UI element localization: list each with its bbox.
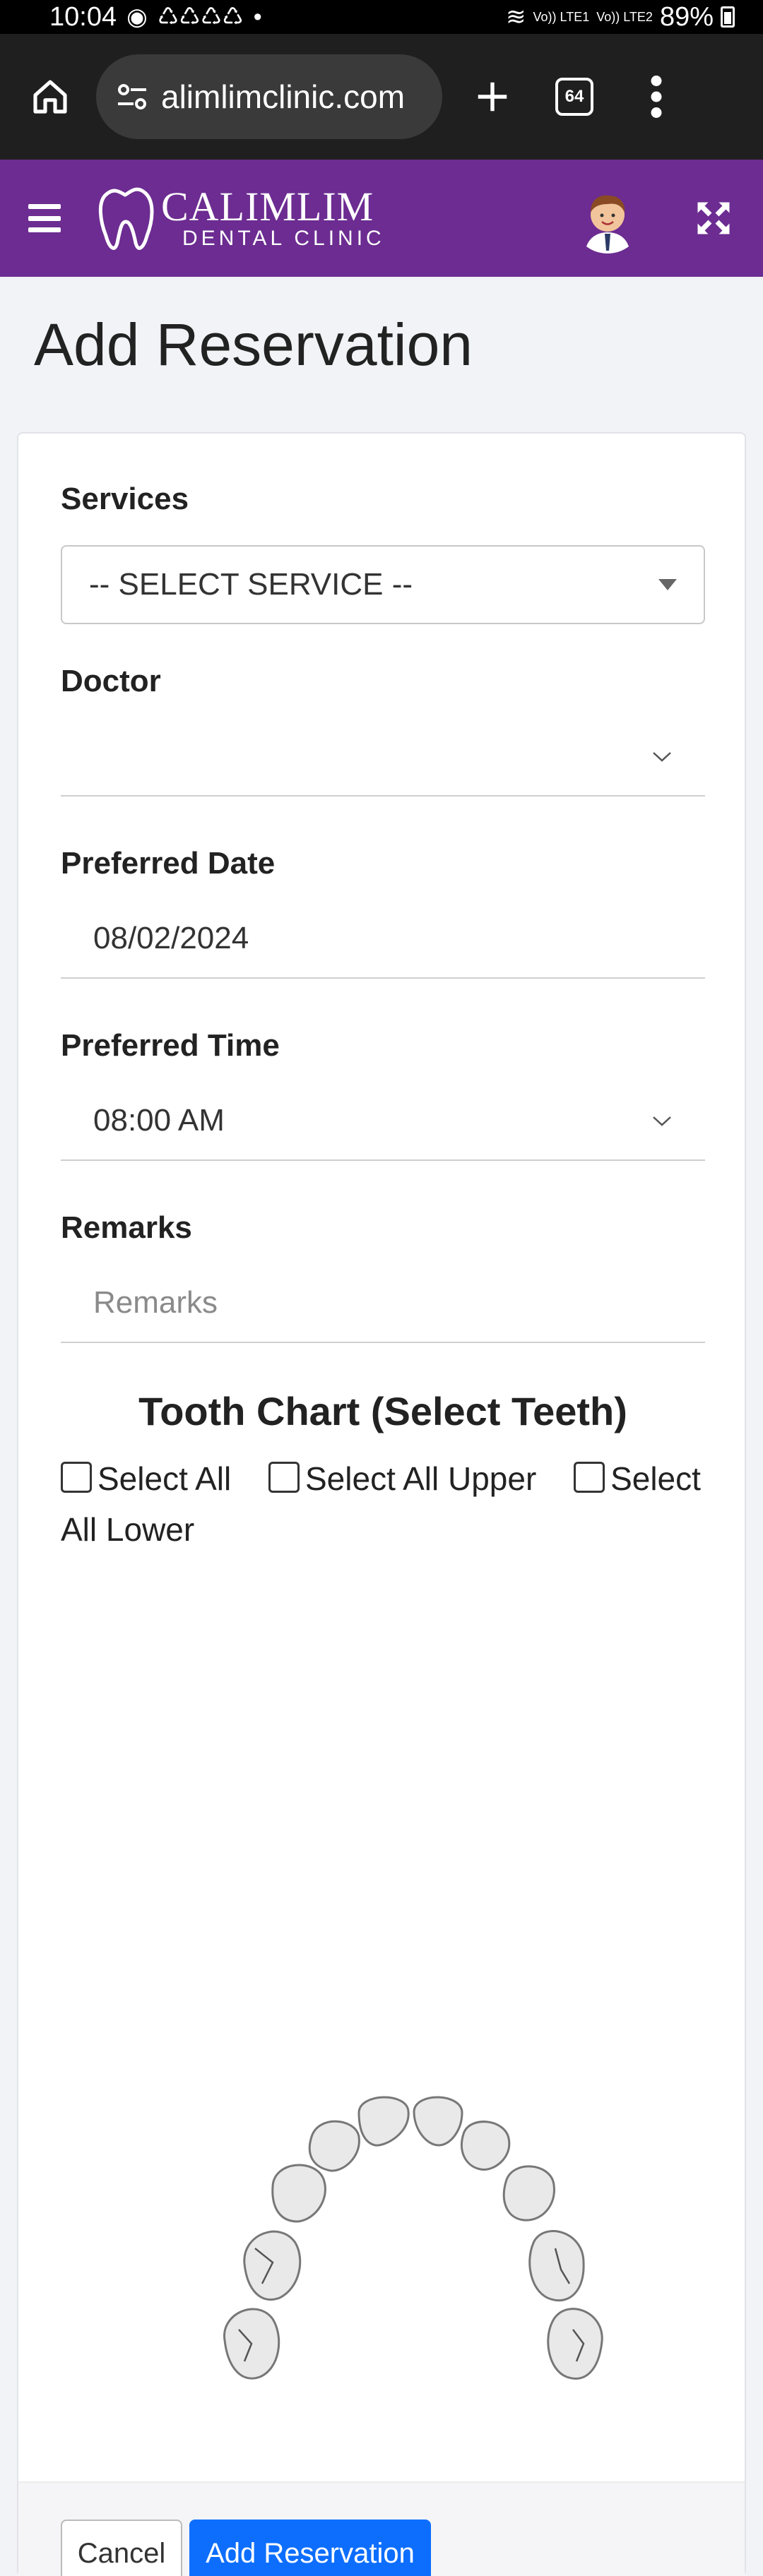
tooth-upper[interactable]: [547, 2308, 603, 2380]
tooth-chart-title: Tooth Chart (Select Teeth): [138, 1389, 627, 1433]
logo-name: CALIMLIM: [161, 184, 374, 229]
hamburger-icon: [28, 204, 61, 209]
page-title: Add Reservation: [34, 311, 473, 378]
tooth-upper[interactable]: [502, 2165, 555, 2222]
browser-toolbar: alimlimclinic.com 64: [0, 34, 763, 160]
app-header: CALIMLIM DENTAL CLINIC: [0, 160, 763, 277]
tooth-upper[interactable]: [308, 2120, 360, 2172]
clinic-logo[interactable]: CALIMLIM DENTAL CLINIC: [93, 179, 385, 257]
dropdown-caret-icon: [658, 579, 677, 590]
services-select[interactable]: -- SELECT SERVICE --: [61, 545, 705, 624]
more-vertical-icon: [651, 76, 662, 118]
select-all-label: Select All: [97, 1460, 232, 1497]
doctor-select[interactable]: [61, 717, 705, 797]
tooth-upper[interactable]: [357, 2096, 410, 2147]
dot-icon: •: [253, 3, 262, 30]
remarks-placeholder: Remarks: [93, 1285, 218, 1320]
avatar-icon: [572, 183, 643, 254]
preferred-time-select[interactable]: 08:00 AM: [61, 1082, 705, 1161]
doctor-label: Doctor: [61, 664, 161, 698]
user-avatar[interactable]: [572, 183, 643, 254]
remarks-label: Remarks: [61, 1210, 192, 1245]
status-time: 10:04: [49, 1, 117, 32]
select-all-checkbox[interactable]: [61, 1462, 92, 1493]
preferred-date-label: Preferred Date: [61, 846, 276, 881]
remarks-input[interactable]: Remarks: [61, 1264, 705, 1343]
plus-icon: [478, 82, 507, 112]
wifi-icon: ≋: [506, 4, 526, 30]
menu-toggle-button[interactable]: [28, 204, 61, 232]
preferred-date-value: 08/02/2024: [93, 921, 249, 955]
status-bar: 10:04 ◉ ♺♺♺♺ • ≋ Vo)) LTE1 Vo)) LTE2 89%: [0, 0, 763, 34]
tab-switcher-button[interactable]: 64: [543, 65, 606, 129]
select-all-upper-checkbox[interactable]: [268, 1462, 300, 1493]
logo-subtitle: DENTAL CLINIC: [182, 227, 385, 250]
url-text: alimlimclinic.com: [161, 78, 406, 115]
tooth-logo-icon: [98, 187, 154, 250]
tooth-upper[interactable]: [461, 2121, 511, 2171]
fullscreen-button[interactable]: [692, 197, 735, 239]
home-button[interactable]: [18, 65, 82, 129]
browser-menu-button[interactable]: [625, 65, 688, 129]
preferred-time-value: 08:00 AM: [93, 1103, 225, 1138]
tab-count: 64: [555, 78, 593, 116]
form-footer: Cancel Add Reservation: [18, 2481, 745, 2576]
site-settings-icon[interactable]: [114, 83, 150, 111]
tooth-chart: [223, 2096, 603, 2380]
notification-icons: ♺♺♺♺: [157, 4, 244, 30]
reservation-form-card: Services -- SELECT SERVICE -- Doctor Pre…: [17, 432, 746, 2576]
tooth-upper[interactable]: [243, 2230, 302, 2301]
chevron-down-icon: [653, 1116, 671, 1126]
battery-percent: 89%: [659, 1, 714, 32]
signal-lte2: Vo)) LTE2: [596, 10, 653, 24]
services-label: Services: [61, 482, 189, 516]
url-bar[interactable]: alimlimclinic.com: [96, 54, 442, 139]
tooth-upper[interactable]: [271, 2164, 326, 2223]
select-all-lower-checkbox[interactable]: [574, 1462, 605, 1493]
preferred-date-input[interactable]: 08/02/2024: [61, 900, 705, 979]
tooth-upper[interactable]: [413, 2096, 463, 2147]
tooth-upper[interactable]: [528, 2230, 585, 2302]
select-all-upper-label: Select All Upper: [305, 1460, 537, 1497]
messenger-icon: ◉: [126, 4, 148, 30]
signal-lte1: Vo)) LTE1: [533, 10, 590, 24]
home-icon: [33, 80, 67, 114]
services-selected-value: -- SELECT SERVICE --: [89, 567, 413, 602]
cancel-button[interactable]: Cancel: [61, 2520, 182, 2576]
tooth-select-options: Select All Select All Upper Select All L…: [61, 1453, 718, 1555]
chevron-down-icon: [653, 752, 671, 762]
preferred-time-label: Preferred Time: [61, 1028, 280, 1063]
add-reservation-button[interactable]: Add Reservation: [189, 2520, 431, 2576]
new-tab-button[interactable]: [461, 65, 524, 129]
battery-icon: [721, 6, 735, 28]
expand-icon: [697, 202, 730, 234]
